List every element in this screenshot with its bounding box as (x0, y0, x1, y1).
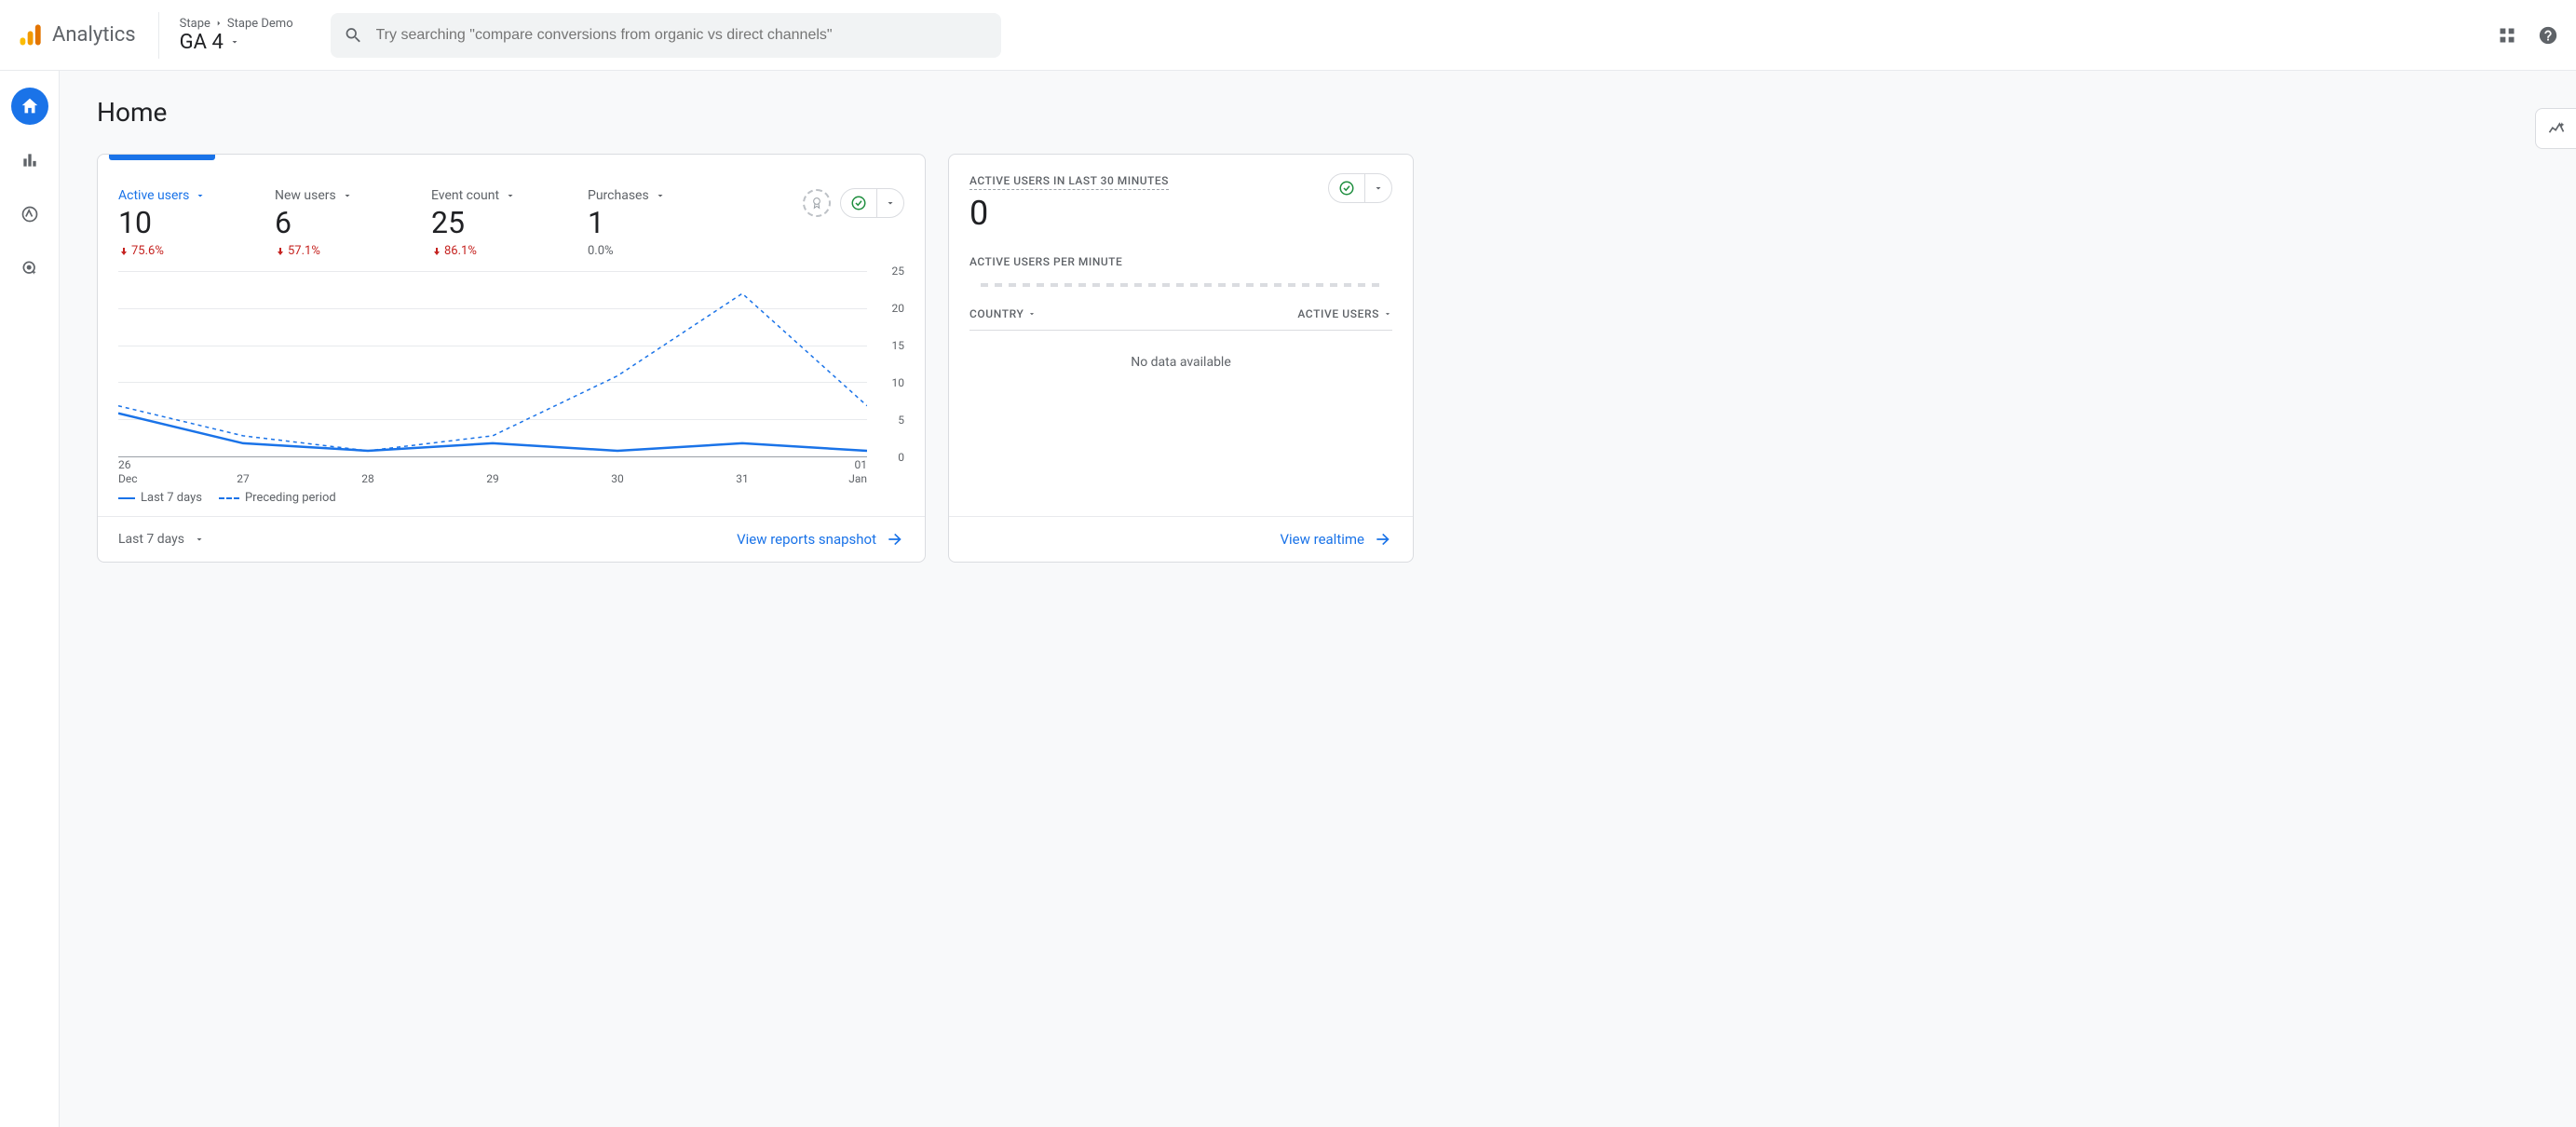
metric-event-count[interactable]: Event count 25 86.1% (431, 188, 543, 258)
view-reports-link[interactable]: View reports snapshot (737, 530, 904, 549)
realtime-table-header: COUNTRY ACTIVE USERS (969, 287, 1392, 331)
nav-explore[interactable] (11, 196, 48, 233)
metrics-row: Active users 10 75.6% New users 6 57.1% Even… (118, 188, 904, 258)
left-nav (0, 71, 60, 1127)
metric-value: 25 (431, 205, 543, 240)
x-tick: 28 (361, 472, 374, 485)
help-icon[interactable] (2537, 24, 2559, 47)
account-picker[interactable]: Stape Stape Demo GA 4 (159, 17, 293, 54)
overview-card: Active users 1075.6%New users 657.1%Even… (97, 154, 926, 563)
caret-down-icon (194, 534, 205, 545)
caret-down-icon (885, 197, 896, 209)
col-active-users[interactable]: ACTIVE USERS (1297, 307, 1392, 320)
metric-delta: 86.1% (431, 244, 543, 258)
line-chart-svg (118, 271, 867, 458)
insights-button[interactable] (2535, 108, 2576, 149)
insights-icon (2547, 119, 2566, 138)
realtime-title: ACTIVE USERS IN LAST 30 MINUTES (969, 174, 1169, 190)
metric-value: 6 (275, 205, 386, 240)
breadcrumb: Stape Stape Demo (180, 17, 293, 31)
chart-legend: Last 7 days Preceding period (118, 491, 904, 505)
col-country[interactable]: COUNTRY (969, 307, 1037, 320)
breadcrumb-account: Stape (180, 17, 210, 31)
anomaly-badge[interactable] (803, 189, 831, 217)
view-realtime-label: View realtime (1280, 531, 1364, 548)
ribbon-icon (809, 196, 824, 210)
metric-active-users[interactable]: Active users 10 75.6% (118, 188, 230, 258)
apps-icon[interactable] (2496, 24, 2518, 47)
explore-icon (20, 205, 39, 224)
metric-delta: 0.0% (588, 244, 699, 258)
metric-delta: 75.6% (118, 244, 230, 258)
data-quality-pill[interactable] (840, 188, 904, 218)
realtime-no-data: No data available (969, 331, 1392, 394)
target-click-icon (20, 259, 39, 278)
nav-reports[interactable] (11, 142, 48, 179)
caret-down-icon (1383, 309, 1392, 319)
realtime-card: ACTIVE USERS IN LAST 30 MINUTES 0 ACTIVE… (948, 154, 1414, 563)
product-name: Analytics (52, 23, 136, 47)
metric-label[interactable]: Event count (431, 188, 543, 203)
caret-down-icon (342, 190, 353, 201)
chevron-right-icon (214, 19, 224, 28)
x-tick: 29 (486, 472, 499, 485)
metric-new-users[interactable]: New users 6 57.1% (275, 188, 386, 258)
x-tick: 27 (237, 472, 250, 485)
y-tick: 5 (874, 414, 904, 427)
realtime-quality-pill[interactable] (1328, 173, 1392, 203)
caret-down-icon (195, 190, 206, 201)
caret-down-icon (229, 36, 240, 48)
metric-delta: 57.1% (275, 244, 386, 258)
view-reports-label: View reports snapshot (737, 531, 876, 548)
caret-down-icon (1373, 183, 1384, 194)
x-tick: 01Jan (848, 458, 867, 485)
metric-label[interactable]: Active users (118, 188, 230, 203)
search-icon (344, 25, 363, 46)
main-content: Home Active users 1075.6%New users 657.1… (60, 71, 2576, 1127)
overview-chart: 0510152025 26Dec272829303101Jan (118, 271, 904, 485)
x-tick: 30 (611, 472, 624, 485)
x-tick: 31 (736, 472, 749, 485)
realtime-perminute-label: ACTIVE USERS PER MINUTE (969, 255, 1392, 268)
search-input[interactable] (376, 27, 988, 44)
breadcrumb-property: Stape Demo (227, 17, 293, 31)
y-tick: 0 (874, 451, 904, 464)
top-bar: Analytics Stape Stape Demo GA 4 (0, 0, 2576, 71)
legend-previous: Preceding period (245, 491, 336, 505)
arrow-right-icon (886, 530, 904, 549)
check-circle-icon (850, 195, 867, 211)
property-picker[interactable]: GA 4 (180, 31, 293, 54)
date-range-label: Last 7 days (118, 532, 184, 547)
property-name: GA 4 (180, 31, 224, 54)
metric-value: 10 (118, 205, 230, 240)
legend-current: Last 7 days (141, 491, 202, 505)
metric-purchases[interactable]: Purchases 1 0.0% (588, 188, 699, 258)
active-tab-indicator (109, 155, 215, 160)
realtime-value: 0 (969, 194, 1169, 233)
nav-home[interactable] (11, 88, 48, 125)
metric-label[interactable]: New users (275, 188, 386, 203)
nav-advertising[interactable] (11, 250, 48, 287)
y-tick: 20 (874, 302, 904, 315)
home-icon (20, 96, 40, 116)
product-logo: Analytics (17, 12, 159, 59)
date-range-picker[interactable]: Last 7 days (118, 532, 205, 547)
search-box[interactable] (331, 13, 1001, 58)
view-realtime-link[interactable]: View realtime (1280, 530, 1392, 549)
caret-down-icon (655, 190, 666, 201)
bar-chart-icon (20, 151, 39, 170)
arrow-right-icon (1374, 530, 1392, 549)
y-tick: 25 (874, 265, 904, 278)
x-tick: 26Dec (118, 458, 138, 485)
y-tick: 10 (874, 376, 904, 389)
page-title: Home (97, 97, 2539, 128)
metric-label[interactable]: Purchases (588, 188, 699, 203)
y-tick: 15 (874, 339, 904, 352)
analytics-logo-icon (17, 22, 43, 48)
check-circle-icon (1338, 180, 1355, 197)
caret-down-icon (1027, 309, 1037, 319)
metric-value: 1 (588, 205, 699, 240)
caret-down-icon (505, 190, 516, 201)
